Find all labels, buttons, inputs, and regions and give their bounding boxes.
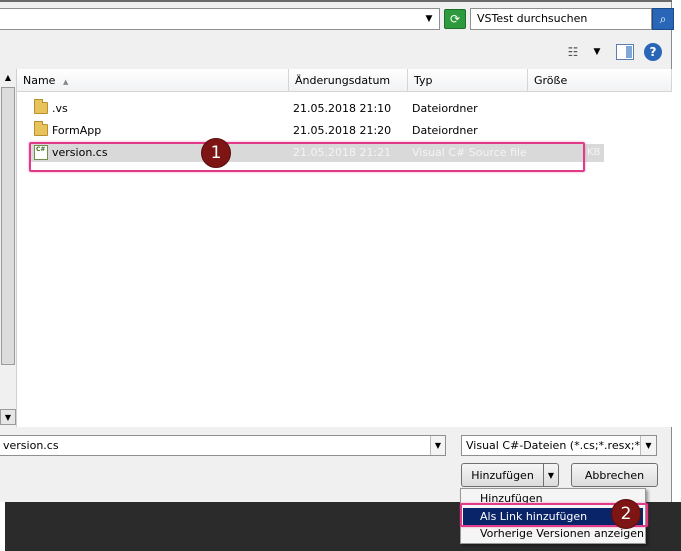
file-type-filter[interactable]: Visual C#-Dateien (*.cs;*.resx;*.res bbox=[461, 435, 657, 456]
folder-icon bbox=[34, 99, 48, 114]
preview-pane-icon[interactable] bbox=[616, 44, 634, 60]
add-split-dropdown-icon[interactable]: ▼ bbox=[543, 463, 559, 487]
search-input[interactable]: VSTest durchsuchen bbox=[470, 8, 652, 30]
cancel-button[interactable]: Abbrechen bbox=[571, 463, 658, 487]
title-border bbox=[0, 0, 672, 2]
file-size: KB bbox=[586, 144, 604, 162]
column-header-type[interactable]: Typ bbox=[408, 69, 528, 92]
file-name: .vs bbox=[52, 102, 68, 115]
add-button[interactable]: Hinzufügen bbox=[461, 463, 544, 487]
folder-icon bbox=[34, 121, 48, 136]
column-header-date[interactable]: Änderungsdatum bbox=[289, 69, 408, 92]
view-dropdown-icon[interactable]: ▼ bbox=[590, 44, 604, 60]
column-header-date-label: Änderungsdatum bbox=[295, 74, 391, 87]
column-header-size-label: Größe bbox=[534, 74, 568, 87]
filename-dropdown-icon[interactable]: ▼ bbox=[430, 436, 445, 455]
address-bar[interactable] bbox=[0, 8, 440, 30]
view-details-icon[interactable]: ☷ bbox=[564, 44, 582, 60]
file-row-formapp[interactable]: FormApp 21.05.2018 21:20 Dateiordner bbox=[30, 121, 586, 140]
file-type: Dateiordner bbox=[412, 124, 478, 137]
file-name: FormApp bbox=[52, 124, 102, 137]
column-header-name[interactable]: Name ▲ bbox=[17, 69, 289, 92]
file-row-vs[interactable]: .vs 21.05.2018 21:10 Dateiordner bbox=[30, 99, 586, 118]
address-dropdown-icon[interactable]: ▼ bbox=[420, 9, 438, 29]
file-type: Dateiordner bbox=[412, 102, 478, 115]
file-date: 21.05.2018 21:10 bbox=[293, 102, 392, 115]
highlight-box-1 bbox=[29, 142, 585, 172]
search-icon[interactable]: ⌕ bbox=[652, 8, 674, 30]
background bbox=[672, 0, 681, 551]
annotation-badge-2: 2 bbox=[611, 499, 641, 529]
scroll-down-icon[interactable]: ▼ bbox=[0, 409, 16, 425]
column-header-size[interactable]: Größe bbox=[528, 69, 672, 92]
filename-input[interactable]: version.cs bbox=[0, 435, 446, 456]
scroll-up-icon[interactable]: ▲ bbox=[0, 69, 16, 85]
annotation-badge-1: 1 bbox=[201, 138, 231, 168]
menu-item-previous-versions[interactable]: Vorherige Versionen anzeigen bbox=[463, 525, 644, 543]
file-date: 21.05.2018 21:20 bbox=[293, 124, 392, 137]
refresh-icon[interactable]: ⟳ bbox=[444, 9, 466, 29]
help-icon[interactable]: ? bbox=[644, 43, 662, 61]
column-header-type-label: Typ bbox=[414, 74, 433, 87]
vertical-scrollbar[interactable]: ▲ ▼ bbox=[0, 69, 17, 427]
scroll-thumb[interactable] bbox=[1, 87, 15, 365]
filter-dropdown-icon[interactable]: ▼ bbox=[640, 436, 656, 455]
column-header-name-label: Name bbox=[23, 74, 56, 87]
sort-ascending-icon: ▲ bbox=[62, 78, 69, 86]
